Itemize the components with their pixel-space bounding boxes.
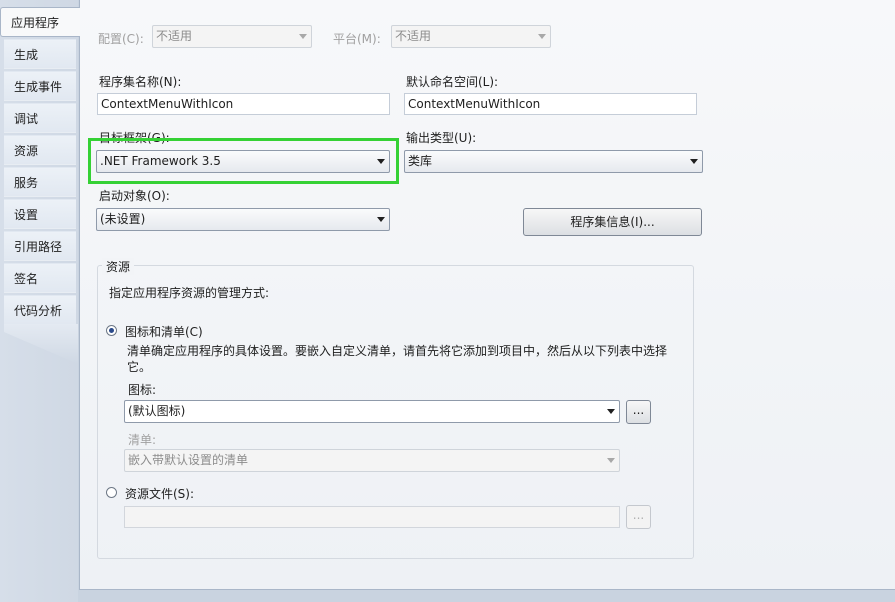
config-combo[interactable]: 不适用 (152, 25, 312, 48)
resources-group-title: 资源 (102, 258, 135, 275)
assembly-info-button[interactable]: 程序集信息(I)... (523, 208, 702, 236)
icon-manifest-radio-label[interactable]: 图标和清单(C) (125, 323, 203, 340)
default-namespace-input[interactable]: ContextMenuWithIcon (404, 93, 697, 115)
manifest-value: 嵌入带默认设置的清单 (128, 453, 249, 467)
tab-8[interactable]: 引用路径 (4, 231, 76, 261)
tab-4[interactable]: 调试 (4, 103, 76, 133)
target-framework-value: .NET Framework 3.5 (100, 154, 221, 168)
icon-label: 图标: (128, 383, 157, 397)
output-type-combo[interactable]: 类库 (404, 150, 703, 173)
manifest-combo[interactable]: 嵌入带默认设置的清单 (124, 449, 620, 472)
tab-6[interactable]: 服务 (4, 167, 76, 197)
config-label: 配置(C): (98, 32, 144, 46)
icon-combo[interactable]: (默认图标) (124, 400, 620, 423)
chevron-down-icon (377, 217, 385, 222)
icon-value: (默认图标) (128, 404, 186, 418)
platform-combo[interactable]: 不适用 (391, 25, 551, 48)
target-framework-combo[interactable]: .NET Framework 3.5 (96, 150, 390, 173)
target-framework-label: 目标框架(G): (99, 131, 170, 145)
chevron-down-icon (607, 409, 615, 414)
icon-manifest-description: 清单确定应用程序的具体设置。要嵌入自定义清单，请首先将它添加到项目中，然后从以下… (127, 344, 668, 374)
assembly-name-input[interactable]: ContextMenuWithIcon (97, 93, 390, 115)
output-type-value: 类库 (408, 154, 433, 168)
chevron-down-icon (377, 159, 385, 164)
tab-1[interactable]: 应用程序 (0, 7, 80, 37)
chevron-down-icon (607, 458, 615, 463)
chevron-down-icon (299, 34, 307, 39)
icon-browse-button[interactable]: ... (626, 400, 651, 424)
platform-label: 平台(M): (333, 32, 381, 46)
manifest-label: 清单: (128, 433, 157, 447)
startup-object-combo[interactable]: (未设置) (96, 208, 390, 231)
tab-5[interactable]: 资源 (4, 135, 76, 165)
platform-value: 不适用 (395, 29, 432, 43)
tab-2[interactable]: 生成 (4, 39, 76, 69)
tab-7[interactable]: 设置 (4, 199, 76, 229)
config-value: 不适用 (156, 29, 193, 43)
assembly-name-label: 程序集名称(N): (99, 75, 182, 89)
chevron-down-icon (690, 159, 698, 164)
default-namespace-label: 默认命名空间(L): (406, 75, 499, 89)
resources-description: 指定应用程序资源的管理方式: (109, 286, 270, 300)
resource-file-radio-label[interactable]: 资源文件(S): (125, 485, 194, 502)
resource-file-radio[interactable] (106, 487, 117, 498)
startup-object-value: (未设置) (100, 212, 146, 226)
icon-manifest-radio[interactable] (106, 325, 117, 336)
startup-object-label: 启动对象(O): (99, 189, 170, 203)
output-type-label: 输出类型(U): (406, 131, 477, 145)
resource-file-input[interactable] (124, 506, 620, 528)
tab-3[interactable]: 生成事件 (4, 71, 76, 101)
chevron-down-icon (538, 34, 546, 39)
resource-file-browse-button[interactable]: ... (626, 505, 651, 529)
tab-10[interactable]: 代码分析 (4, 295, 76, 325)
tab-9[interactable]: 签名 (4, 263, 76, 293)
